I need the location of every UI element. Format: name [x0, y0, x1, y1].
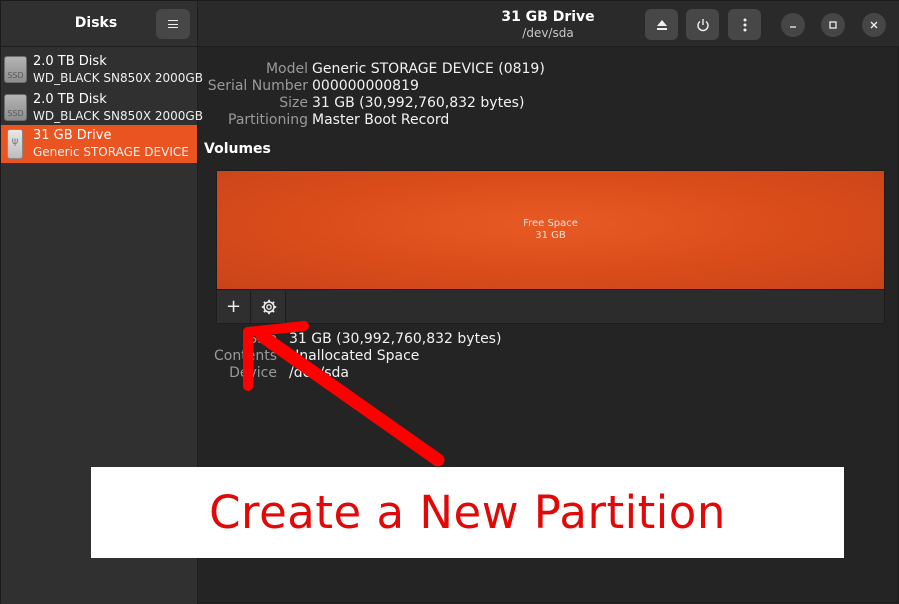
callout-text: Create a New Partition: [209, 486, 726, 539]
kebab-menu-icon: [743, 18, 746, 31]
create-partition-button[interactable]: +: [217, 291, 251, 323]
ssd-icon: SSD: [4, 94, 27, 121]
contents-label: Contents: [214, 348, 277, 364]
serial-value: 000000000819: [312, 78, 419, 94]
drive-title: 31 GB Drive: [501, 9, 595, 25]
volume-map-frame: Free Space 31 GB +: [216, 170, 885, 324]
partitioning-value: Master Boot Record: [312, 112, 450, 128]
hamburger-icon: [168, 20, 178, 28]
device-label: Device: [229, 365, 277, 381]
sidebar-item-usb-drive[interactable]: ψ 31 GB Drive Generic STORAGE DEVICE: [1, 125, 197, 163]
maximize-icon: [829, 21, 837, 29]
minimize-button[interactable]: [781, 13, 805, 37]
sidebar-header: Disks: [1, 1, 198, 47]
partition-size-label: Size: [248, 331, 277, 347]
size-value: 31 GB (30,992,760,832 bytes): [312, 95, 525, 111]
volumes-heading: Volumes: [204, 141, 271, 157]
close-icon: [870, 21, 878, 29]
device-value: /dev/sda: [289, 365, 349, 381]
model-value: Generic STORAGE DEVICE (0819): [312, 61, 545, 77]
disk-model: WD_BLACK SN850X 2000GB: [33, 109, 203, 123]
disk-name: 2.0 TB Disk: [33, 92, 107, 107]
eject-button[interactable]: [645, 9, 678, 40]
disk-name: 2.0 TB Disk: [33, 54, 107, 69]
main-menu-button[interactable]: [156, 9, 190, 39]
model-label: Model: [265, 61, 308, 77]
gear-icon: [261, 299, 276, 315]
partition-settings-button[interactable]: [252, 291, 286, 323]
power-off-button[interactable]: [686, 9, 719, 40]
disk-name: 31 GB Drive: [33, 128, 112, 143]
ssd-icon-label: SSD: [7, 71, 24, 80]
usb-icon-glyph: ψ: [11, 136, 19, 147]
ssd-icon-label: SSD: [7, 109, 24, 118]
partitioning-label: Partitioning: [228, 112, 308, 128]
segment-label: Free Space 31 GB: [217, 218, 884, 242]
disk-model: Generic STORAGE DEVICE: [33, 145, 189, 159]
minimize-icon: [790, 26, 796, 28]
plus-icon: +: [225, 296, 242, 317]
callout-box: Create a New Partition: [91, 467, 844, 558]
close-button[interactable]: [862, 13, 886, 37]
usb-drive-icon: ψ: [7, 129, 23, 159]
maximize-button[interactable]: [821, 13, 845, 37]
sidebar-item-disk-1[interactable]: SSD 2.0 TB Disk WD_BLACK SN850X 2000GB: [1, 51, 203, 89]
drive-options-button[interactable]: [728, 9, 761, 40]
drive-device-path: /dev/sda: [522, 26, 574, 40]
partition-size-value: 31 GB (30,992,760,832 bytes): [289, 331, 502, 347]
serial-label: Serial Number: [207, 78, 308, 94]
contents-value: Unallocated Space: [289, 348, 420, 364]
sidebar-item-disk-2[interactable]: SSD 2.0 TB Disk WD_BLACK SN850X 2000GB: [1, 89, 203, 127]
segment-name: Free Space: [523, 218, 578, 229]
header-bar: 31 GB Drive /dev/sda: [198, 1, 899, 47]
eject-icon: [656, 19, 667, 30]
size-label: Size: [279, 95, 308, 111]
free-space-segment[interactable]: Free Space 31 GB: [217, 171, 884, 290]
ssd-icon: SSD: [4, 56, 27, 83]
power-icon: [696, 18, 709, 31]
segment-size: 31 GB: [535, 230, 566, 241]
disk-model: WD_BLACK SN850X 2000GB: [33, 71, 203, 85]
